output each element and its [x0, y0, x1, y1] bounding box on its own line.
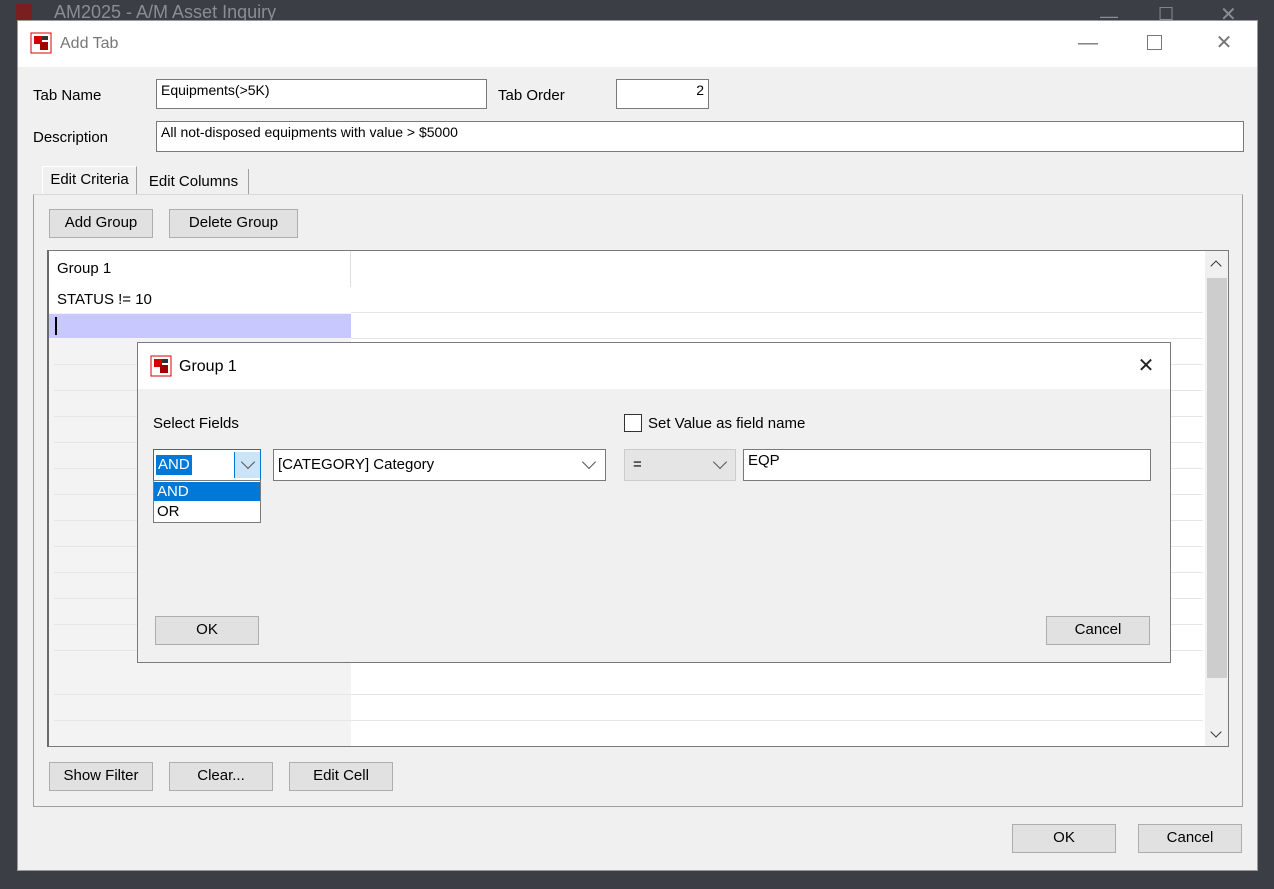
field-dropdown[interactable]: [CATEGORY] Category: [273, 449, 606, 481]
chevron-down-icon: [712, 454, 728, 470]
vertical-scrollbar[interactable]: [1205, 251, 1228, 746]
tab-edit-columns[interactable]: Edit Columns: [139, 169, 249, 195]
operator-selected-value: =: [633, 456, 642, 473]
ok-button[interactable]: OK: [1012, 824, 1116, 853]
grid-row-group[interactable]: Group 1: [49, 251, 351, 287]
value-input[interactable]: EQP: [743, 449, 1151, 481]
group-dialog-titlebar: Group 1 ✕: [138, 343, 1170, 389]
set-value-checkbox[interactable]: [624, 414, 642, 432]
logic-selected-value: AND: [156, 455, 192, 475]
field-selected-value: [CATEGORY] Category: [278, 456, 435, 473]
operator-dropdown[interactable]: =: [624, 449, 736, 481]
dialog-cancel-button[interactable]: Cancel: [1046, 616, 1150, 645]
tab-order-label: Tab Order: [498, 87, 565, 104]
logic-dropdown-list: AND OR: [153, 480, 261, 523]
app-icon: [30, 32, 52, 58]
set-value-checkbox-label: Set Value as field name: [648, 415, 806, 432]
cancel-button[interactable]: Cancel: [1138, 824, 1242, 853]
clear-button[interactable]: Clear...: [169, 762, 273, 791]
dialog-close-icon[interactable]: ✕: [1136, 356, 1156, 376]
logic-dropdown[interactable]: AND: [153, 449, 261, 481]
grid-cell-text: Group 1: [57, 260, 112, 277]
minimize-icon[interactable]: —: [1078, 33, 1098, 53]
text-cursor: [55, 317, 57, 335]
tab-order-input[interactable]: 2: [616, 79, 709, 109]
scrollbar-thumb[interactable]: [1207, 278, 1227, 678]
description-label: Description: [33, 129, 109, 146]
close-icon[interactable]: ✕: [1214, 33, 1234, 53]
tab-name-input[interactable]: Equipments(>5K): [156, 79, 487, 109]
description-input[interactable]: All not-disposed equipments with value >…: [156, 121, 1244, 152]
select-fields-label: Select Fields: [153, 415, 239, 432]
scroll-down-icon[interactable]: [1210, 726, 1222, 738]
tab-name-label: Tab Name: [33, 87, 102, 104]
app-icon: [14, 2, 36, 22]
dialog-title: Group 1: [179, 358, 237, 375]
edit-cell-button[interactable]: Edit Cell: [289, 762, 393, 791]
grid-cell-text: STATUS != 10: [57, 291, 152, 308]
grid-row-criterion[interactable]: STATUS != 10: [49, 287, 351, 313]
logic-option-or[interactable]: OR: [154, 502, 260, 521]
window-title: Add Tab: [60, 35, 119, 52]
chevron-down-icon: [240, 454, 256, 470]
dialog-ok-button[interactable]: OK: [155, 616, 259, 645]
grid-row-new[interactable]: [49, 314, 351, 338]
app-icon: [150, 355, 172, 381]
maximize-icon[interactable]: [1147, 35, 1162, 50]
add-group-button[interactable]: Add Group: [49, 209, 153, 238]
add-tab-titlebar: Add Tab — ✕: [18, 21, 1257, 67]
delete-group-button[interactable]: Delete Group: [169, 209, 298, 238]
group-dialog: Group 1 ✕ Select Fields Set Value as fie…: [137, 342, 1171, 663]
show-filter-button[interactable]: Show Filter: [49, 762, 153, 791]
tab-edit-criteria[interactable]: Edit Criteria: [42, 166, 137, 195]
logic-dropdown-button[interactable]: [234, 452, 260, 478]
chevron-down-icon: [581, 454, 597, 470]
logic-option-and[interactable]: AND: [154, 482, 260, 501]
scroll-up-icon[interactable]: [1210, 260, 1222, 272]
